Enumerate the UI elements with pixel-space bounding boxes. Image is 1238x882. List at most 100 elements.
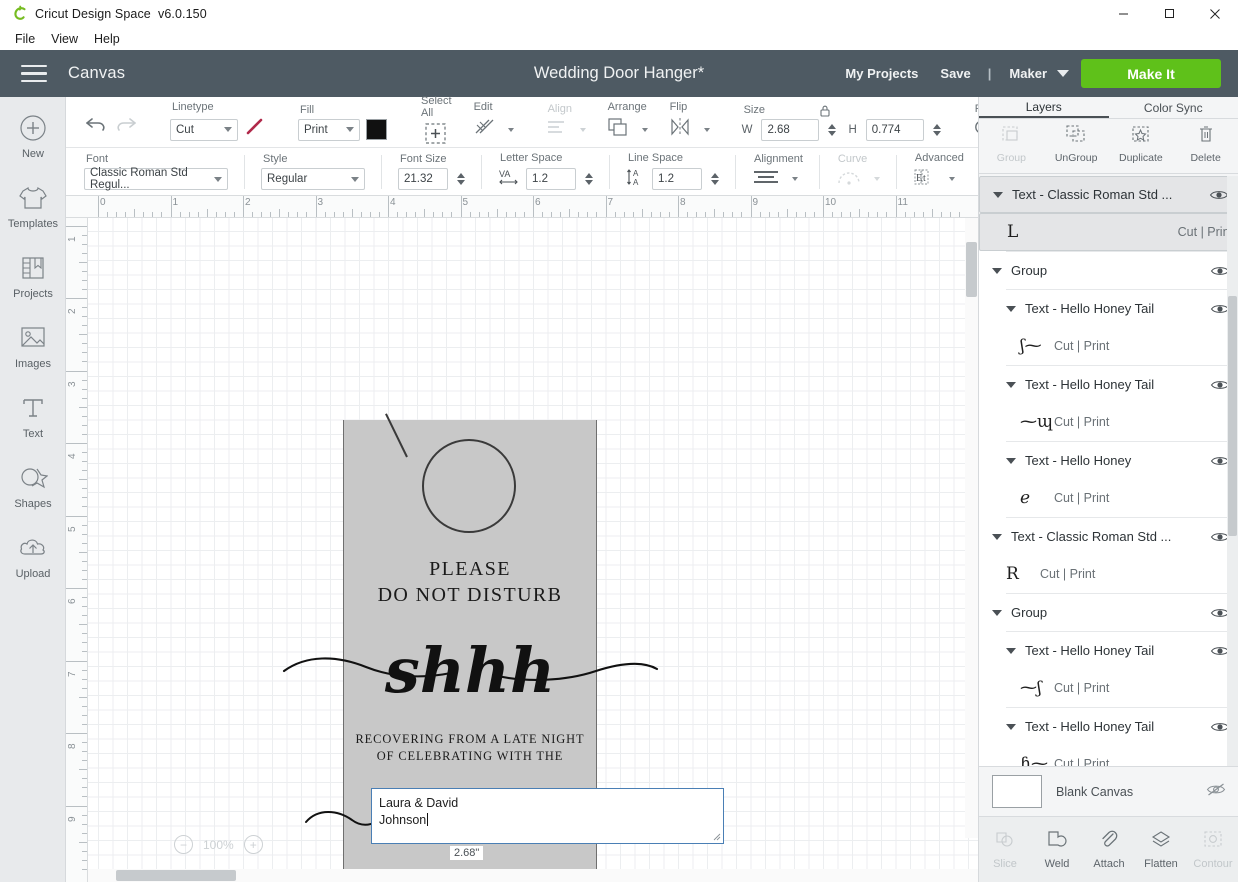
chevron-down-icon[interactable] — [1057, 70, 1069, 77]
style-select[interactable]: Regular — [261, 168, 365, 190]
chevron-down-icon[interactable] — [1006, 723, 1016, 730]
line-space-input[interactable]: 1.2 — [652, 168, 702, 190]
sidebar-item-templates[interactable]: Templates — [0, 181, 66, 251]
arrange-icon[interactable] — [606, 116, 630, 143]
layer-sublayer-row[interactable]: L Cut | Print — [979, 213, 1238, 251]
layer-row[interactable]: Text - Hello Honey Tail — [979, 290, 1238, 327]
menu-file[interactable]: File — [7, 30, 43, 48]
slice-button[interactable]: Slice — [979, 829, 1031, 870]
height-input[interactable]: 0.774 — [865, 118, 924, 141]
make-it-button[interactable]: Make It — [1081, 59, 1221, 88]
design-canvas[interactable]: PLEASE DO NOT DISTURB shhh RECOVERING FR… — [66, 196, 978, 882]
tab-color-sync[interactable]: Color Sync — [1109, 97, 1238, 118]
save-button[interactable]: Save — [929, 66, 981, 81]
layer-group-row[interactable]: Group — [979, 252, 1238, 289]
layers-scrollbar[interactable] — [1227, 176, 1238, 787]
font-size-input[interactable]: 21.32 — [398, 168, 448, 190]
layer-row[interactable]: Text - Hello Honey Tail — [979, 632, 1238, 669]
eye-icon[interactable] — [1210, 530, 1230, 543]
font-select[interactable]: Classic Roman Std Regul... — [84, 167, 228, 191]
layer-sublayer-row[interactable]: ⁓ʃ Cut | Print — [979, 669, 1238, 707]
ungroup-button[interactable]: UnGroup — [1044, 124, 1109, 164]
sidebar-item-images[interactable]: Images — [0, 321, 66, 391]
sidebar-item-upload[interactable]: Upload — [0, 531, 66, 601]
scrollbar-thumb[interactable] — [1228, 296, 1237, 536]
horizontal-ruler[interactable]: 0 1 2 3 4 5 6 7 8 9 10 11 — [66, 196, 978, 218]
tab-layers[interactable]: Layers — [979, 97, 1109, 118]
eye-icon[interactable] — [1210, 302, 1230, 315]
delete-button[interactable]: Delete — [1173, 124, 1238, 164]
minus-circle-icon[interactable]: − — [174, 835, 193, 854]
layer-sublayer-row[interactable]: R Cut | Print — [979, 555, 1238, 593]
layer-row[interactable]: Text - Hello Honey Tail — [979, 708, 1238, 745]
undo-arrow-icon[interactable] — [84, 114, 108, 139]
scrollbar-thumb[interactable] — [116, 870, 236, 881]
select-all-icon[interactable] — [424, 122, 447, 150]
please-do-not-disturb-text[interactable]: PLEASE DO NOT DISTURB — [343, 556, 597, 608]
chevron-down-icon[interactable] — [1006, 647, 1016, 654]
blank-canvas-swatch[interactable] — [992, 775, 1042, 808]
linetype-select[interactable]: Cut — [170, 118, 238, 141]
width-input[interactable]: 2.68 — [761, 118, 820, 141]
eye-icon[interactable] — [1210, 454, 1230, 467]
pen-stroke-icon[interactable] — [244, 116, 266, 143]
sidebar-item-text[interactable]: Text — [0, 391, 66, 461]
layer-sublayer-row[interactable]: ʃ⁓ Cut | Print — [979, 327, 1238, 365]
layer-sublayer-row[interactable]: ℯ Cut | Print — [979, 479, 1238, 517]
scrollbar-thumb[interactable] — [966, 242, 977, 297]
machine-selector-label[interactable]: Maker — [997, 66, 1051, 81]
align-center-icon[interactable] — [752, 168, 780, 191]
layers-list[interactable]: Text - Classic Roman Std ... L Cut | Print… — [979, 176, 1238, 787]
eye-icon[interactable] — [1210, 264, 1230, 277]
layer-row[interactable]: Text - Classic Roman Std ... — [979, 176, 1238, 213]
sidebar-item-projects[interactable]: Projects — [0, 251, 66, 321]
contour-button[interactable]: Contour — [1187, 829, 1238, 870]
eye-slash-icon[interactable] — [1206, 782, 1226, 802]
eye-icon[interactable] — [1210, 606, 1230, 619]
attach-button[interactable]: Attach — [1083, 829, 1135, 870]
text-edit-input[interactable]: Laura & David Johnson — [371, 788, 724, 844]
advanced-text-icon[interactable]: Et — [913, 167, 937, 192]
chevron-down-icon[interactable] — [993, 191, 1003, 198]
flatten-button[interactable]: Flatten — [1135, 829, 1187, 870]
flip-icon[interactable] — [668, 116, 692, 143]
layer-sublayer-row[interactable]: ⁓ɰ Cut | Print — [979, 403, 1238, 441]
plus-circle-icon[interactable]: + — [243, 835, 263, 854]
group-button[interactable]: Group — [979, 124, 1044, 164]
eye-icon[interactable] — [1210, 644, 1230, 657]
menu-help[interactable]: Help — [86, 30, 128, 48]
weld-button[interactable]: Weld — [1031, 829, 1083, 870]
shhh-script-text[interactable]: shhh — [343, 636, 597, 706]
recovering-text[interactable]: RECOVERING FROM A LATE NIGHT OF CELEBRAT… — [343, 731, 597, 765]
hamburger-menu-icon[interactable] — [21, 64, 47, 83]
sidebar-item-new[interactable]: New — [0, 111, 66, 181]
duplicate-button[interactable]: Duplicate — [1109, 124, 1174, 164]
canvas-vertical-scrollbar[interactable] — [965, 218, 978, 838]
textarea-resize-grip-icon[interactable] — [712, 832, 721, 841]
my-projects-button[interactable]: My Projects — [834, 66, 929, 81]
vertical-ruler[interactable]: 1 2 3 4 5 6 7 8 9 — [66, 218, 88, 882]
fill-select[interactable]: Print — [298, 118, 360, 141]
eye-icon[interactable] — [1209, 188, 1229, 201]
layer-row[interactable]: Text - Hello Honey — [979, 442, 1238, 479]
chevron-down-icon[interactable] — [992, 533, 1002, 540]
canvas-horizontal-scrollbar[interactable] — [88, 869, 978, 882]
menu-view[interactable]: View — [43, 30, 86, 48]
line-space-stepper[interactable] — [711, 173, 719, 185]
letter-space-stepper[interactable] — [585, 173, 593, 185]
minimize-icon[interactable] — [1100, 0, 1146, 27]
zoom-control[interactable]: − 100% + — [174, 835, 263, 854]
fill-color-swatch[interactable] — [366, 119, 387, 140]
layer-row[interactable]: Text - Hello Honey Tail — [979, 366, 1238, 403]
maximize-icon[interactable] — [1146, 0, 1192, 27]
eye-icon[interactable] — [1210, 720, 1230, 733]
letter-space-input[interactable]: 1.2 — [526, 168, 576, 190]
height-stepper[interactable] — [932, 123, 941, 136]
lock-closed-icon[interactable] — [818, 104, 832, 123]
chevron-down-icon[interactable] — [1006, 305, 1016, 312]
hanger-hole-circle[interactable] — [422, 439, 516, 533]
eye-icon[interactable] — [1210, 378, 1230, 391]
sidebar-item-shapes[interactable]: Shapes — [0, 461, 66, 531]
redo-arrow-icon[interactable] — [114, 114, 138, 139]
close-icon[interactable] — [1192, 0, 1238, 27]
